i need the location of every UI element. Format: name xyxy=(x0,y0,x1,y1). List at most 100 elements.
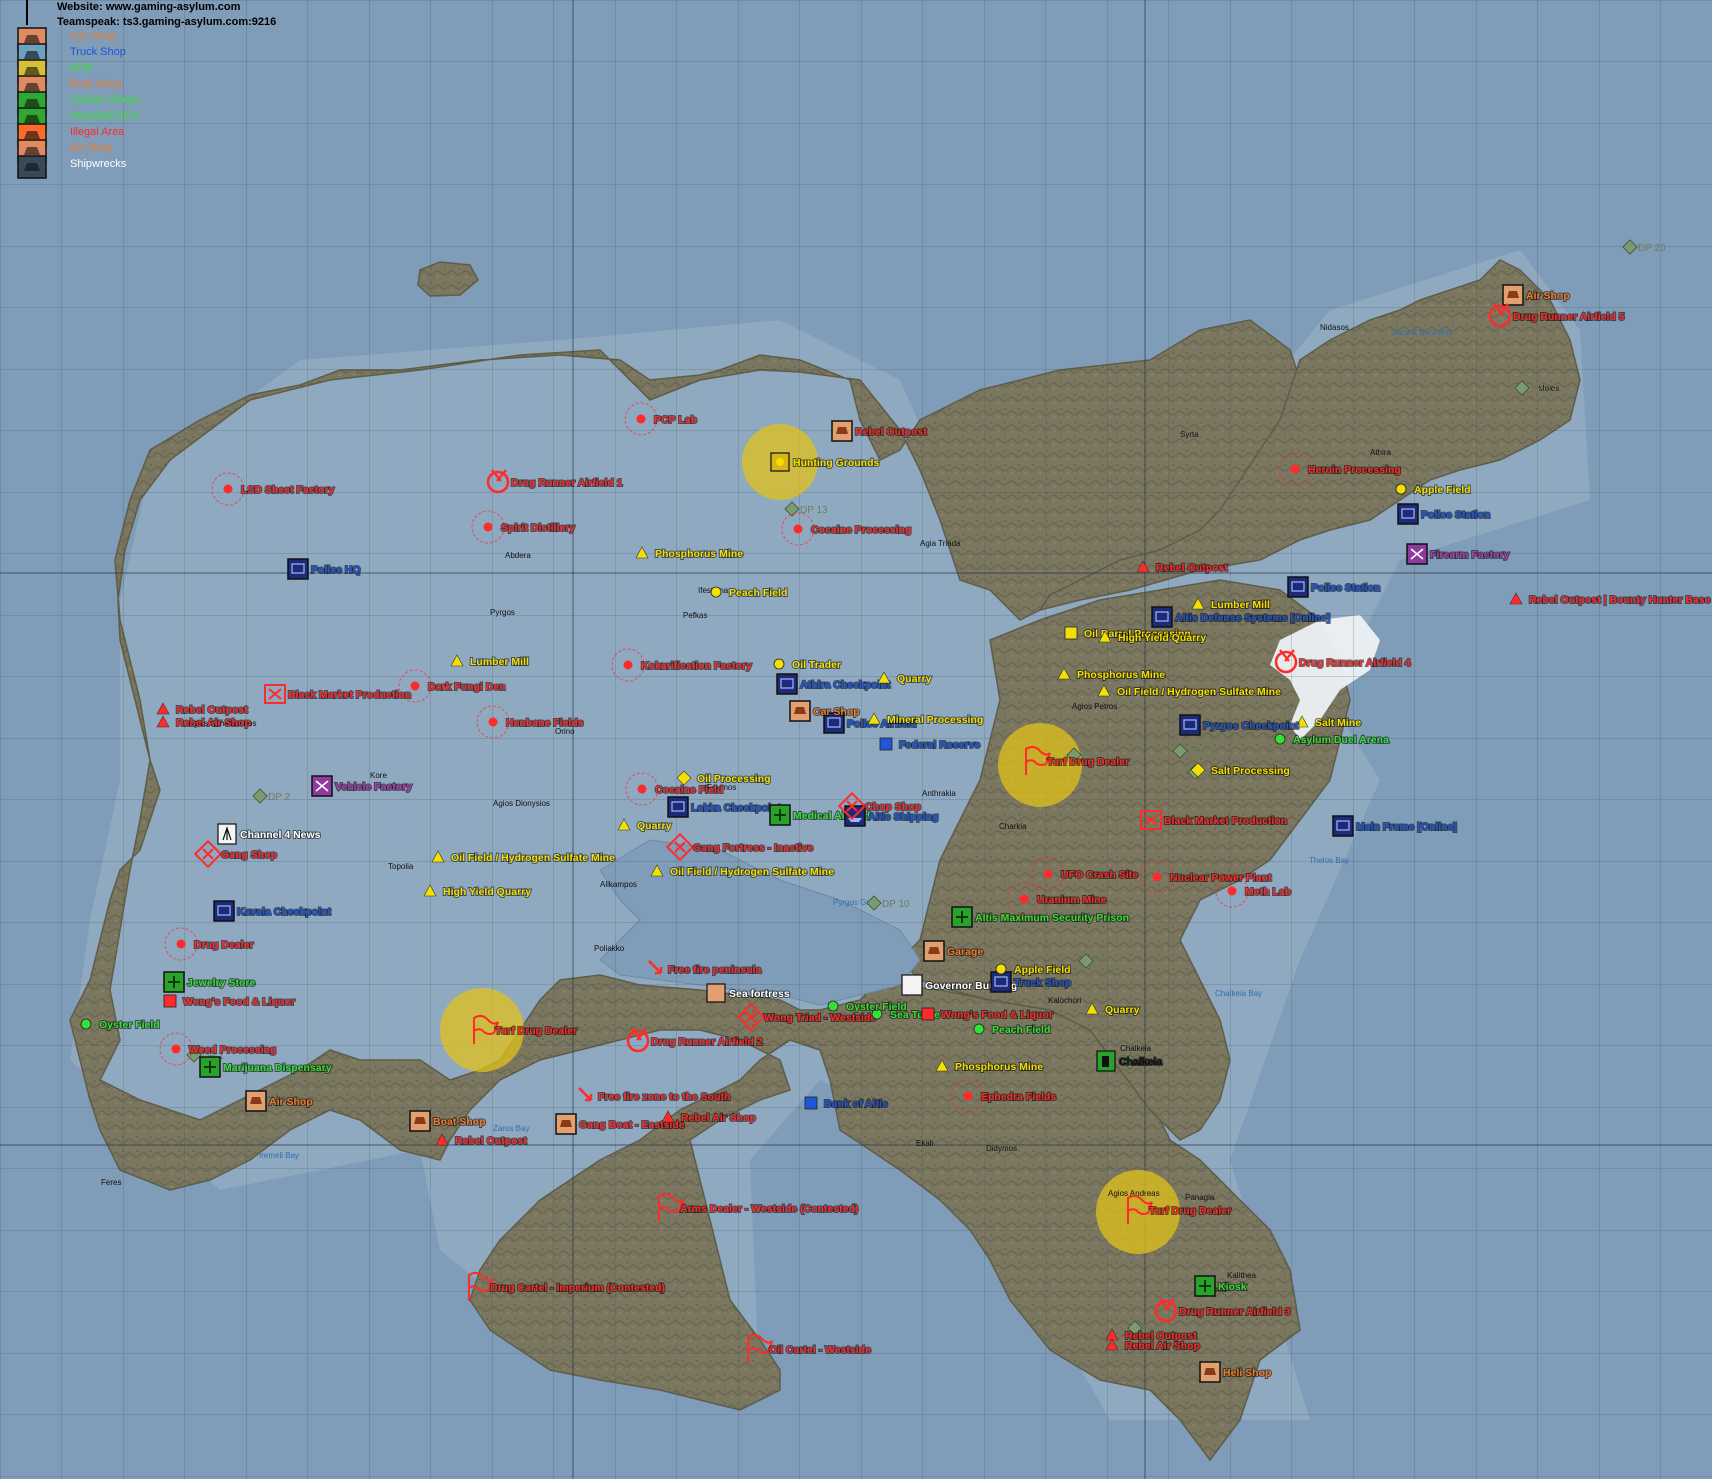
marker-label: Oil Cartel - Westside xyxy=(769,1344,871,1356)
town-label: Feres xyxy=(101,1178,121,1187)
town-label: Didymos xyxy=(986,1144,1017,1153)
town-label: Panagia xyxy=(1185,1193,1215,1202)
boat-icon xyxy=(409,1110,431,1132)
legend-label: Civilian Shops xyxy=(70,94,140,106)
marker-label: Black Market Production xyxy=(288,689,411,701)
marker-label: Free fire zone to the South xyxy=(598,1091,730,1103)
marker-label: Air Shop xyxy=(269,1096,313,1108)
grid-label: DP 17 xyxy=(1530,384,1558,395)
marker-label: Kokarification Factory xyxy=(641,660,752,672)
garage-icon xyxy=(923,940,945,962)
heli-icon xyxy=(831,420,853,442)
marker-label: Spirit Distillery xyxy=(501,522,575,534)
square-icon xyxy=(879,737,893,751)
marker-oil-field-hsm-1[interactable]: Oil Field / Hydrogen Sulfate Mine xyxy=(431,850,616,865)
circle-icon xyxy=(973,1023,985,1035)
town-label: Poliakko xyxy=(594,944,625,953)
town-label: Pyrgos xyxy=(490,608,515,617)
marker-label: Hunting Grounds xyxy=(793,457,879,469)
marker-label: Jewelry Store xyxy=(187,977,255,989)
marker-label: Quarry xyxy=(637,820,672,832)
town-label: Abdera xyxy=(505,551,531,560)
marker-label: Oil Field / Hydrogen Sulfate Mine xyxy=(1117,686,1281,698)
sea-label: Galana Nera Bay xyxy=(1391,328,1452,337)
town-label: Topolia xyxy=(388,862,414,871)
marker-wongs-food-w[interactable]: Wong's Food & Liquor xyxy=(163,994,296,1009)
marker-label: Drug Runner Airfield 2 xyxy=(651,1036,763,1048)
heli-icon xyxy=(1199,1361,1221,1383)
marker-label: Gang Shop xyxy=(221,849,277,861)
marker-oil-field-hsm-3[interactable]: Oil Field / Hydrogen Sulfate Mine xyxy=(1097,684,1282,699)
town-label: Syrta xyxy=(1180,430,1199,439)
marker-label: Wong's Food & Liquor xyxy=(183,996,295,1008)
circle-icon xyxy=(773,658,785,670)
marker-label: Truck Shop xyxy=(1014,977,1071,989)
town-label: Nidasos xyxy=(1320,323,1349,332)
square-icon xyxy=(1064,626,1078,640)
shop-icon xyxy=(163,971,185,993)
marker-label: Main Frame [Online] xyxy=(1356,821,1457,833)
marker-label: Rebel Outpost | Bounty Hunter Base xyxy=(1529,594,1711,606)
marker-label: Lumber Mill xyxy=(470,656,529,668)
marker-label: Peach Field xyxy=(992,1024,1050,1036)
circle-icon xyxy=(80,1018,92,1030)
town-label: Athira xyxy=(1370,448,1391,457)
marker-label: Henbane Fields xyxy=(506,717,584,729)
marker-wongs-food-c[interactable]: Wong's Food & Liquor xyxy=(921,1007,1054,1022)
marker-label: Oyster Field xyxy=(99,1019,160,1031)
town-label: Agios Petros xyxy=(1072,702,1117,711)
marker-label: Turf Drug Dealer xyxy=(495,1025,577,1037)
marker-label: Phosphorus Mine xyxy=(655,548,743,560)
marker-label: Heli Shop xyxy=(1223,1367,1271,1379)
grid-label: DP 20 xyxy=(1638,243,1666,254)
marker-label: Mineral Processing xyxy=(887,714,983,726)
heli-icon xyxy=(245,1090,267,1112)
town-label: Kalochori xyxy=(1048,996,1082,1005)
marker-label: Drug Runner Airfield 1 xyxy=(511,477,623,489)
altis-map[interactable]: Agios KonstantinosAbderaIfestionaKoreTop… xyxy=(0,0,1712,1479)
legend-label: Hospital/Clinic xyxy=(70,110,140,122)
town-label: Kalithea xyxy=(1227,1271,1256,1280)
police-icon xyxy=(1287,576,1309,598)
marker-asylum-duel-arena[interactable]: Asylum Duel Arena xyxy=(1274,733,1390,747)
marker-label: Altis Defense Systems [Online] xyxy=(1175,612,1330,624)
police-icon xyxy=(287,558,309,580)
marker-label: Boat Shop xyxy=(433,1116,486,1128)
marker-label: Weed Processing xyxy=(189,1044,276,1056)
fortress-icon xyxy=(706,983,726,1003)
legend-label: ATM xyxy=(70,62,92,74)
building-icon xyxy=(901,974,923,996)
marker-label: Car Shop xyxy=(813,706,860,718)
marker-label: Rebel Air Shop xyxy=(1125,1340,1200,1352)
marker-label: Marijuana Dispensary xyxy=(223,1062,332,1074)
marker-label: Drug Runner Airfield 4 xyxy=(1299,657,1411,669)
computer-icon xyxy=(1151,606,1173,628)
marker-label: Black Market Production xyxy=(1164,815,1287,827)
circle-icon xyxy=(827,1000,839,1012)
marker-oil-field-hsm-2[interactable]: Oil Field / Hydrogen Sulfate Mine xyxy=(650,864,835,879)
marker-label: Chalkeia xyxy=(1119,1056,1162,1068)
heli-icon xyxy=(1502,284,1524,306)
marker-label: Free fire peninsula xyxy=(668,964,762,976)
legend-label: Shipwrecks xyxy=(70,158,127,170)
computer-icon xyxy=(1332,815,1354,837)
marker-free-fire-zone-south[interactable]: Free fire zone to the South xyxy=(578,1087,731,1104)
marker-rebel-outpost-bh[interactable]: Rebel Outpost | Bounty Hunter Base xyxy=(1509,592,1712,607)
marker-label: Kavala Checkpoint xyxy=(237,906,331,918)
marker-label: Asylum Duel Arena xyxy=(1293,734,1389,746)
boat-icon xyxy=(555,1113,577,1135)
town-label: Agios Dionysios xyxy=(493,799,550,808)
square-icon xyxy=(804,1096,818,1110)
news-icon xyxy=(217,823,237,845)
marker-label: Rebel Outpost xyxy=(855,426,927,438)
marker-label: Dark Fungi Den xyxy=(428,681,506,693)
police-icon xyxy=(1397,503,1419,525)
town-label: Anthrakia xyxy=(922,789,956,798)
marker-label: Police Station xyxy=(1311,582,1380,594)
marker-label: Vehicle Factory xyxy=(335,781,412,793)
sea-label: Chalkeia Bay xyxy=(1215,989,1262,998)
marker-label: Kiosk xyxy=(1218,1281,1247,1293)
hunt-icon xyxy=(770,452,790,472)
marker-label: Uranium Mine xyxy=(1037,894,1107,906)
police-icon xyxy=(776,673,798,695)
